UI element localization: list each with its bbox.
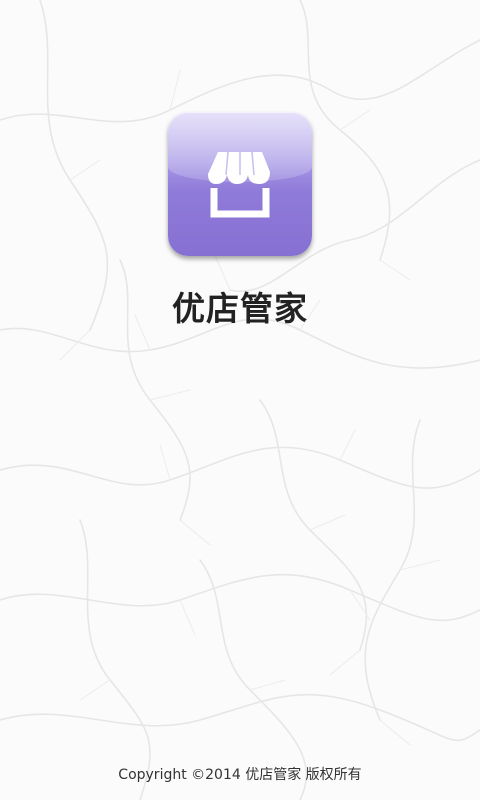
- app-name: 优店管家: [172, 289, 308, 328]
- storefront-icon: [208, 151, 270, 218]
- app-logo: [168, 112, 312, 256]
- copyright-text: Copyright ©2014 优店管家 版权所有: [118, 767, 362, 783]
